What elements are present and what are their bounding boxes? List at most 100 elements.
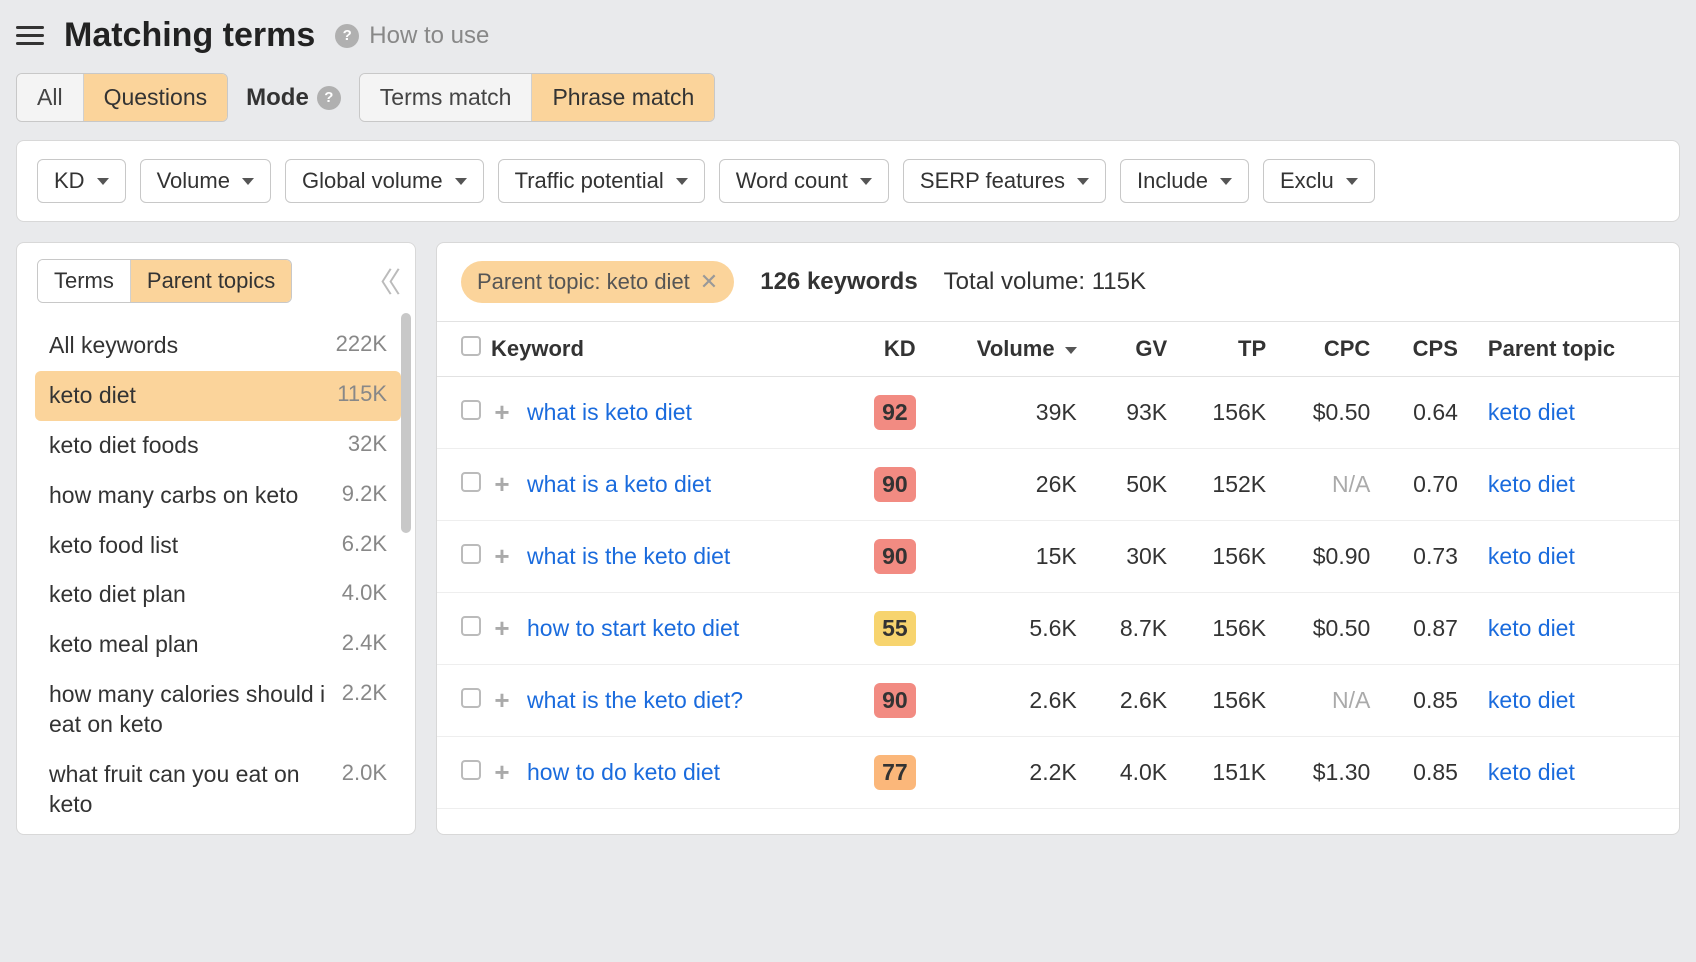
table-row: +what is keto diet9239K93K156K$0.500.64k…	[437, 377, 1679, 449]
sidebar-item[interactable]: how many calories should i eat on keto2.…	[35, 670, 401, 750]
expand-icon[interactable]: +	[491, 762, 513, 784]
row-checkbox[interactable]	[461, 688, 481, 708]
volume-cell: 2.2K	[926, 737, 1087, 809]
row-checkbox[interactable]	[461, 472, 481, 492]
cps-cell: 0.85	[1380, 665, 1468, 737]
filter-serp-features[interactable]: SERP features	[903, 159, 1106, 203]
parent-topic-link[interactable]: keto diet	[1488, 759, 1575, 785]
cpc-cell: $0.50	[1276, 593, 1380, 665]
kd-badge: 92	[874, 395, 916, 430]
col-cps[interactable]: CPS	[1380, 322, 1468, 377]
table-row: +how to do keto diet772.2K4.0K151K$1.300…	[437, 737, 1679, 809]
expand-icon[interactable]: +	[491, 402, 513, 424]
cps-cell: 0.87	[1380, 593, 1468, 665]
expand-icon[interactable]: +	[491, 474, 513, 496]
filter-exclu[interactable]: Exclu	[1263, 159, 1375, 203]
tab-parent-topics[interactable]: Parent topics	[131, 260, 291, 302]
col-parent-topic[interactable]: Parent topic	[1468, 322, 1679, 377]
caret-down-icon	[455, 178, 467, 185]
col-gv[interactable]: GV	[1087, 322, 1177, 377]
expand-icon[interactable]: +	[491, 690, 513, 712]
sidebar-list: All keywords222Kketo diet115Kketo diet f…	[17, 317, 415, 834]
tp-cell: 156K	[1177, 593, 1276, 665]
keyword-link[interactable]: what is the keto diet	[527, 543, 730, 570]
kd-badge: 90	[874, 539, 916, 574]
sidebar-item[interactable]: keto meal plan2.4K	[35, 620, 401, 670]
sidebar-item-count: 9.2K	[342, 481, 387, 507]
parent-topic-link[interactable]: keto diet	[1488, 543, 1575, 569]
cps-cell: 0.70	[1380, 449, 1468, 521]
mode-label: Mode ?	[246, 84, 341, 112]
filter-include[interactable]: Include	[1120, 159, 1249, 203]
volume-cell: 5.6K	[926, 593, 1087, 665]
how-to-use-link[interactable]: ? How to use	[335, 22, 489, 50]
sidebar-item[interactable]: keto food list6.2K	[35, 521, 401, 571]
expand-icon[interactable]: +	[491, 546, 513, 568]
keyword-link[interactable]: how to do keto diet	[527, 759, 720, 786]
sidebar-item[interactable]: keto diet115K	[35, 371, 401, 421]
volume-cell: 26K	[926, 449, 1087, 521]
col-volume[interactable]: Volume	[926, 322, 1087, 377]
keyword-link[interactable]: what is keto diet	[527, 399, 692, 426]
parent-topic-link[interactable]: keto diet	[1488, 399, 1575, 425]
sidebar-item[interactable]: keto diet foods32K	[35, 421, 401, 471]
col-kd[interactable]: KD	[843, 322, 926, 377]
menu-icon[interactable]	[16, 22, 44, 50]
sidebar-item[interactable]: how many carbs on keto9.2K	[35, 471, 401, 521]
keyword-link[interactable]: how to start keto diet	[527, 615, 739, 642]
gv-cell: 50K	[1087, 449, 1177, 521]
filter-traffic-potential[interactable]: Traffic potential	[498, 159, 705, 203]
mode-terms-match[interactable]: Terms match	[360, 74, 533, 121]
filter-kd[interactable]: KD	[37, 159, 126, 203]
tp-cell: 152K	[1177, 449, 1276, 521]
table-row: +what is the keto diet?902.6K2.6K156KN/A…	[437, 665, 1679, 737]
remove-filter-icon[interactable]: ✕	[700, 269, 718, 295]
row-checkbox[interactable]	[461, 760, 481, 780]
filter-word-count[interactable]: Word count	[719, 159, 889, 203]
parent-topic-link[interactable]: keto diet	[1488, 471, 1575, 497]
keyword-link[interactable]: what is a keto diet	[527, 471, 711, 498]
collapse-sidebar-icon[interactable]: 〈〈	[365, 261, 395, 301]
select-all-checkbox[interactable]	[461, 336, 481, 356]
cps-cell: 0.64	[1380, 377, 1468, 449]
row-checkbox[interactable]	[461, 544, 481, 564]
sidebar-item-count: 115K	[337, 381, 387, 407]
filter-volume[interactable]: Volume	[140, 159, 271, 203]
keyword-link[interactable]: what is the keto diet?	[527, 687, 743, 714]
sidebar-item-label: All keywords	[49, 331, 178, 361]
gv-cell: 30K	[1087, 521, 1177, 593]
total-volume: Total volume: 115K	[944, 268, 1146, 296]
caret-down-icon	[1346, 178, 1358, 185]
sidebar-item-label: keto meal plan	[49, 630, 199, 660]
filter-global-volume[interactable]: Global volume	[285, 159, 484, 203]
results-panel: Parent topic: keto diet ✕ 126 keywords T…	[436, 242, 1680, 835]
scrollbar-thumb[interactable]	[401, 313, 411, 533]
sidebar-item[interactable]: what fruit can you eat on keto2.0K	[35, 750, 401, 830]
row-checkbox[interactable]	[461, 400, 481, 420]
caret-down-icon	[97, 178, 109, 185]
mode-phrase-match[interactable]: Phrase match	[532, 74, 714, 121]
col-tp[interactable]: TP	[1177, 322, 1276, 377]
tab-terms[interactable]: Terms	[38, 260, 131, 302]
active-filter-label: Parent topic: keto diet	[477, 269, 690, 295]
sidebar-item[interactable]: All keywords222K	[35, 321, 401, 371]
kd-badge: 90	[874, 467, 916, 502]
gv-cell: 93K	[1087, 377, 1177, 449]
row-checkbox[interactable]	[461, 616, 481, 636]
mode-segment: Terms match Phrase match	[359, 73, 716, 122]
help-icon[interactable]: ?	[317, 86, 341, 110]
table-row: +what is a keto diet9026K50K152KN/A0.70k…	[437, 449, 1679, 521]
sidebar-panel: Terms Parent topics 〈〈 All keywords222Kk…	[16, 242, 416, 835]
gv-cell: 2.6K	[1087, 665, 1177, 737]
page-title: Matching terms	[64, 16, 315, 55]
scope-questions[interactable]: Questions	[84, 74, 228, 121]
active-filter-tag[interactable]: Parent topic: keto diet ✕	[461, 261, 734, 303]
col-keyword[interactable]: Keyword	[491, 322, 843, 377]
sidebar-item[interactable]: keto diet plan4.0K	[35, 570, 401, 620]
expand-icon[interactable]: +	[491, 618, 513, 640]
col-cpc[interactable]: CPC	[1276, 322, 1380, 377]
parent-topic-link[interactable]: keto diet	[1488, 687, 1575, 713]
sidebar-item-label: how many calories should i eat on keto	[49, 680, 330, 740]
parent-topic-link[interactable]: keto diet	[1488, 615, 1575, 641]
scope-all[interactable]: All	[17, 74, 84, 121]
